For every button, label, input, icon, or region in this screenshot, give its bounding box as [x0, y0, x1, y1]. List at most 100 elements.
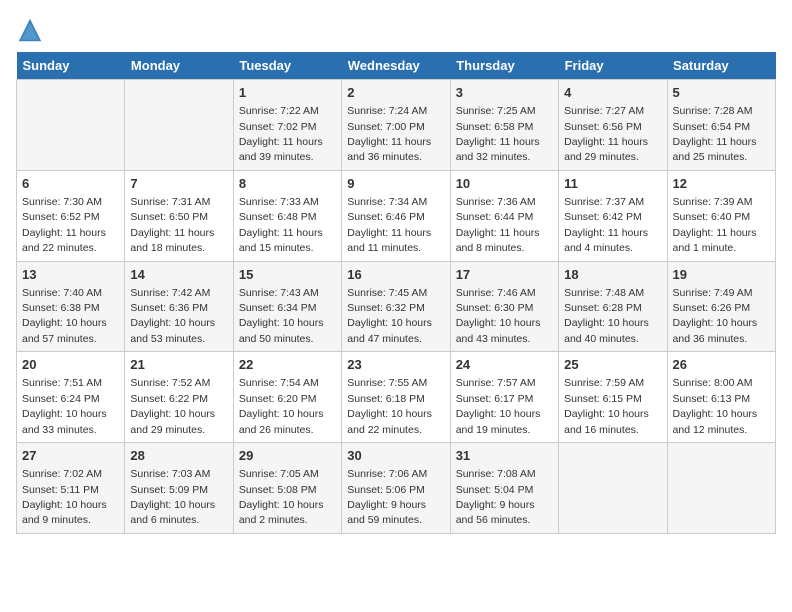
day-info: Sunrise: 7:24 AM Sunset: 7:00 PM Dayligh… [347, 105, 431, 163]
day-number: 7 [130, 175, 227, 193]
calendar-week-row: 6 Sunrise: 7:30 AM Sunset: 6:52 PM Daylig… [17, 170, 776, 261]
calendar-cell: 27Sunrise: 7:02 AM Sunset: 5:11 PM Dayli… [17, 443, 125, 534]
day-number: 8 [239, 175, 336, 193]
calendar-cell: 18 Sunrise: 7:48 AM Sunset: 6:28 PM Dayli… [559, 261, 667, 352]
weekday-header-sunday: Sunday [17, 52, 125, 80]
day-info: Sunrise: 7:59 AM Sunset: 6:15 PM Dayligh… [564, 377, 649, 435]
day-info: Sunrise: 7:51 AM Sunset: 6:24 PM Dayligh… [22, 377, 107, 435]
day-info: Sunrise: 7:54 AM Sunset: 6:20 PM Dayligh… [239, 377, 324, 435]
logo [16, 16, 48, 44]
page-header [16, 16, 776, 44]
day-number: 4 [564, 84, 661, 102]
day-number: 3 [456, 84, 553, 102]
day-info: Sunrise: 7:34 AM Sunset: 6:46 PM Dayligh… [347, 196, 431, 254]
calendar-cell: 8 Sunrise: 7:33 AM Sunset: 6:48 PM Daylig… [233, 170, 341, 261]
day-info: Sunrise: 7:48 AM Sunset: 6:28 PM Dayligh… [564, 287, 649, 345]
day-number: 23 [347, 356, 444, 374]
day-info: Sunrise: 7:05 AM Sunset: 5:08 PM Dayligh… [239, 468, 324, 526]
weekday-header-tuesday: Tuesday [233, 52, 341, 80]
day-info: Sunrise: 7:39 AM Sunset: 6:40 PM Dayligh… [673, 196, 757, 254]
calendar-cell: 22 Sunrise: 7:54 AM Sunset: 6:20 PM Dayli… [233, 352, 341, 443]
day-info: Sunrise: 7:55 AM Sunset: 6:18 PM Dayligh… [347, 377, 432, 435]
weekday-header-row: SundayMondayTuesdayWednesdayThursdayFrid… [17, 52, 776, 80]
day-info: Sunrise: 7:03 AM Sunset: 5:09 PM Dayligh… [130, 468, 215, 526]
day-info: Sunrise: 7:30 AM Sunset: 6:52 PM Dayligh… [22, 196, 106, 254]
calendar-cell: 25 Sunrise: 7:59 AM Sunset: 6:15 PM Dayli… [559, 352, 667, 443]
day-number: 21 [130, 356, 227, 374]
calendar-cell [559, 443, 667, 534]
day-info: Sunrise: 7:46 AM Sunset: 6:30 PM Dayligh… [456, 287, 541, 345]
calendar-cell: 30 Sunrise: 7:06 AM Sunset: 5:06 PM Dayli… [342, 443, 450, 534]
weekday-header-friday: Friday [559, 52, 667, 80]
calendar-cell: 10Sunrise: 7:36 AM Sunset: 6:44 PM Dayli… [450, 170, 558, 261]
day-info: Sunrise: 7:33 AM Sunset: 6:48 PM Dayligh… [239, 196, 323, 254]
day-number: 24 [456, 356, 553, 374]
calendar-cell: 13 Sunrise: 7:40 AM Sunset: 6:38 PM Dayli… [17, 261, 125, 352]
calendar-cell: 31Sunrise: 7:08 AM Sunset: 5:04 PM Dayli… [450, 443, 558, 534]
weekday-header-thursday: Thursday [450, 52, 558, 80]
calendar-body: 1 Sunrise: 7:22 AM Sunset: 7:02 PM Daylig… [17, 80, 776, 534]
day-number: 25 [564, 356, 661, 374]
day-number: 11 [564, 175, 661, 193]
day-number: 22 [239, 356, 336, 374]
calendar-week-row: 1 Sunrise: 7:22 AM Sunset: 7:02 PM Daylig… [17, 80, 776, 171]
day-info: Sunrise: 7:45 AM Sunset: 6:32 PM Dayligh… [347, 287, 432, 345]
day-info: Sunrise: 7:22 AM Sunset: 7:02 PM Dayligh… [239, 105, 323, 163]
calendar-cell [17, 80, 125, 171]
calendar-week-row: 20 Sunrise: 7:51 AM Sunset: 6:24 PM Dayli… [17, 352, 776, 443]
day-number: 2 [347, 84, 444, 102]
calendar-cell: 21 Sunrise: 7:52 AM Sunset: 6:22 PM Dayli… [125, 352, 233, 443]
calendar-cell [667, 443, 775, 534]
day-info: Sunrise: 7:08 AM Sunset: 5:04 PM Dayligh… [456, 468, 536, 526]
day-number: 13 [22, 266, 119, 284]
calendar-header: SundayMondayTuesdayWednesdayThursdayFrid… [17, 52, 776, 80]
day-info: Sunrise: 7:37 AM Sunset: 6:42 PM Dayligh… [564, 196, 648, 254]
day-number: 30 [347, 447, 444, 465]
calendar-cell: 29 Sunrise: 7:05 AM Sunset: 5:08 PM Dayli… [233, 443, 341, 534]
calendar-cell: 17 Sunrise: 7:46 AM Sunset: 6:30 PM Dayli… [450, 261, 558, 352]
day-info: Sunrise: 7:49 AM Sunset: 6:26 PM Dayligh… [673, 287, 758, 345]
calendar-cell: 20 Sunrise: 7:51 AM Sunset: 6:24 PM Dayli… [17, 352, 125, 443]
day-number: 14 [130, 266, 227, 284]
weekday-header-wednesday: Wednesday [342, 52, 450, 80]
day-number: 12 [673, 175, 770, 193]
calendar-cell: 14 Sunrise: 7:42 AM Sunset: 6:36 PM Dayli… [125, 261, 233, 352]
day-info: Sunrise: 7:40 AM Sunset: 6:38 PM Dayligh… [22, 287, 107, 345]
day-info: Sunrise: 7:57 AM Sunset: 6:17 PM Dayligh… [456, 377, 541, 435]
calendar-cell: 28Sunrise: 7:03 AM Sunset: 5:09 PM Dayli… [125, 443, 233, 534]
calendar-cell: 4 Sunrise: 7:27 AM Sunset: 6:56 PM Daylig… [559, 80, 667, 171]
weekday-header-saturday: Saturday [667, 52, 775, 80]
day-number: 17 [456, 266, 553, 284]
day-info: Sunrise: 7:42 AM Sunset: 6:36 PM Dayligh… [130, 287, 215, 345]
calendar-cell: 9Sunrise: 7:34 AM Sunset: 6:46 PM Daylig… [342, 170, 450, 261]
calendar-cell [125, 80, 233, 171]
calendar-week-row: 27Sunrise: 7:02 AM Sunset: 5:11 PM Dayli… [17, 443, 776, 534]
calendar-cell: 15 Sunrise: 7:43 AM Sunset: 6:34 PM Dayli… [233, 261, 341, 352]
day-info: Sunrise: 7:06 AM Sunset: 5:06 PM Dayligh… [347, 468, 427, 526]
calendar-cell: 3 Sunrise: 7:25 AM Sunset: 6:58 PM Daylig… [450, 80, 558, 171]
calendar-cell: 24 Sunrise: 7:57 AM Sunset: 6:17 PM Dayli… [450, 352, 558, 443]
calendar-cell: 26Sunrise: 8:00 AM Sunset: 6:13 PM Dayli… [667, 352, 775, 443]
day-number: 6 [22, 175, 119, 193]
day-info: Sunrise: 7:52 AM Sunset: 6:22 PM Dayligh… [130, 377, 215, 435]
calendar-cell: 2 Sunrise: 7:24 AM Sunset: 7:00 PM Daylig… [342, 80, 450, 171]
day-info: Sunrise: 7:28 AM Sunset: 6:54 PM Dayligh… [673, 105, 757, 163]
day-number: 20 [22, 356, 119, 374]
day-number: 29 [239, 447, 336, 465]
calendar-cell: 7 Sunrise: 7:31 AM Sunset: 6:50 PM Daylig… [125, 170, 233, 261]
day-number: 15 [239, 266, 336, 284]
day-number: 10 [456, 175, 553, 193]
day-info: Sunrise: 7:25 AM Sunset: 6:58 PM Dayligh… [456, 105, 540, 163]
calendar-cell: 11 Sunrise: 7:37 AM Sunset: 6:42 PM Dayli… [559, 170, 667, 261]
day-number: 26 [673, 356, 770, 374]
day-info: Sunrise: 7:31 AM Sunset: 6:50 PM Dayligh… [130, 196, 214, 254]
calendar-cell: 12 Sunrise: 7:39 AM Sunset: 6:40 PM Dayli… [667, 170, 775, 261]
day-info: Sunrise: 7:02 AM Sunset: 5:11 PM Dayligh… [22, 468, 107, 526]
calendar-cell: 23 Sunrise: 7:55 AM Sunset: 6:18 PM Dayli… [342, 352, 450, 443]
day-number: 1 [239, 84, 336, 102]
day-info: Sunrise: 7:43 AM Sunset: 6:34 PM Dayligh… [239, 287, 324, 345]
day-info: Sunrise: 7:27 AM Sunset: 6:56 PM Dayligh… [564, 105, 648, 163]
day-number: 18 [564, 266, 661, 284]
day-number: 5 [673, 84, 770, 102]
logo-icon [16, 16, 44, 44]
